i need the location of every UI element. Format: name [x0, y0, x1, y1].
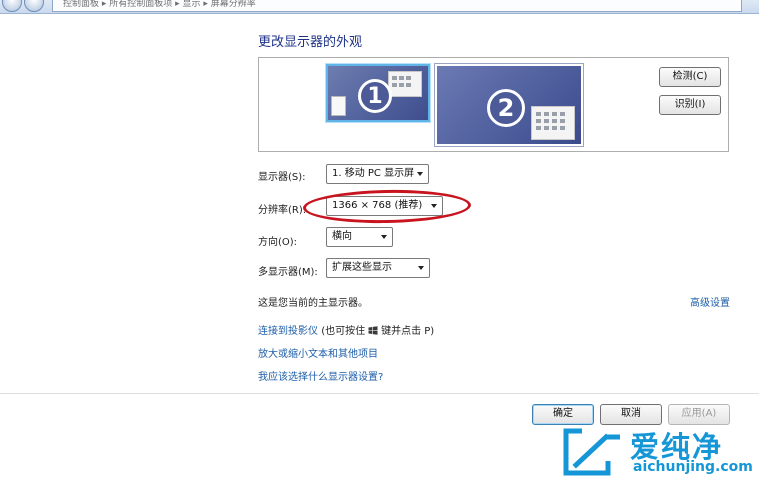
orientation-label: 方向(O):	[258, 237, 298, 248]
page-title: 更改显示器的外观	[258, 35, 363, 50]
resolution-label: 分辨率(R):	[258, 205, 307, 216]
projector-hint-suffix: 键并点击 P)	[381, 326, 435, 337]
text-size-link[interactable]: 放大或缩小文本和其他项目	[258, 345, 378, 360]
mini-window-icon	[531, 106, 575, 140]
chevron-down-icon	[381, 235, 387, 239]
projector-hint-prefix: (也可按住	[321, 326, 366, 337]
main-display-status: 这是您当前的主显示器。	[258, 298, 368, 309]
mini-window-icon	[388, 71, 422, 97]
red-highlight-ellipse	[302, 188, 472, 225]
display-arrangement-preview: 1 2 检测(C) 识别(I)	[258, 57, 729, 152]
display-label: 显示器(S):	[258, 172, 306, 183]
multiple-displays-select[interactable]: 扩展这些显示	[326, 258, 430, 278]
address-path: 控制面板 ▸ 所有控制面板项 ▸ 显示 ▸ 屏幕分辨率	[63, 0, 256, 9]
apply-button[interactable]: 应用(A)	[668, 404, 730, 425]
orientation-select-value: 横向	[332, 231, 352, 242]
watermark-logo	[563, 428, 620, 476]
footer-divider	[0, 393, 759, 394]
which-settings-link[interactable]: 我应该选择什么显示器设置?	[258, 368, 383, 383]
projector-link[interactable]: 连接到投影仪	[258, 326, 318, 337]
advanced-settings-link[interactable]: 高级设置	[690, 294, 730, 309]
projector-row: 连接到投影仪 (也可按住 键并点击 P)	[258, 322, 434, 337]
monitor-1-number: 1	[358, 79, 392, 113]
monitor-1-tile[interactable]: 1	[326, 64, 430, 122]
forward-button[interactable]	[24, 0, 44, 12]
multiple-displays-select-value: 扩展这些显示	[332, 262, 392, 273]
chevron-down-icon	[418, 266, 424, 270]
monitor-2-number: 2	[487, 89, 525, 127]
address-bar: 控制面板 ▸ 所有控制面板项 ▸ 显示 ▸ 屏幕分辨率	[0, 0, 759, 14]
back-button[interactable]	[2, 0, 22, 12]
detect-button[interactable]: 检测(C)	[659, 67, 721, 87]
ok-button[interactable]: 确定	[532, 404, 594, 425]
monitor-2-tile[interactable]: 2	[435, 64, 583, 146]
windows-key-icon	[368, 326, 378, 335]
chevron-down-icon	[417, 172, 423, 176]
watermark-url: aichunjing.com	[633, 459, 753, 475]
orientation-select[interactable]: 横向	[326, 227, 393, 247]
address-field[interactable]: 控制面板 ▸ 所有控制面板项 ▸ 显示 ▸ 屏幕分辨率	[52, 0, 742, 12]
multiple-displays-label: 多显示器(M):	[258, 267, 318, 278]
identify-button[interactable]: 识别(I)	[659, 95, 721, 115]
cancel-button[interactable]: 取消	[600, 404, 662, 425]
mini-document-icon	[331, 96, 346, 116]
display-select-value: 1. 移动 PC 显示屏	[332, 168, 415, 179]
display-select[interactable]: 1. 移动 PC 显示屏	[326, 164, 429, 184]
